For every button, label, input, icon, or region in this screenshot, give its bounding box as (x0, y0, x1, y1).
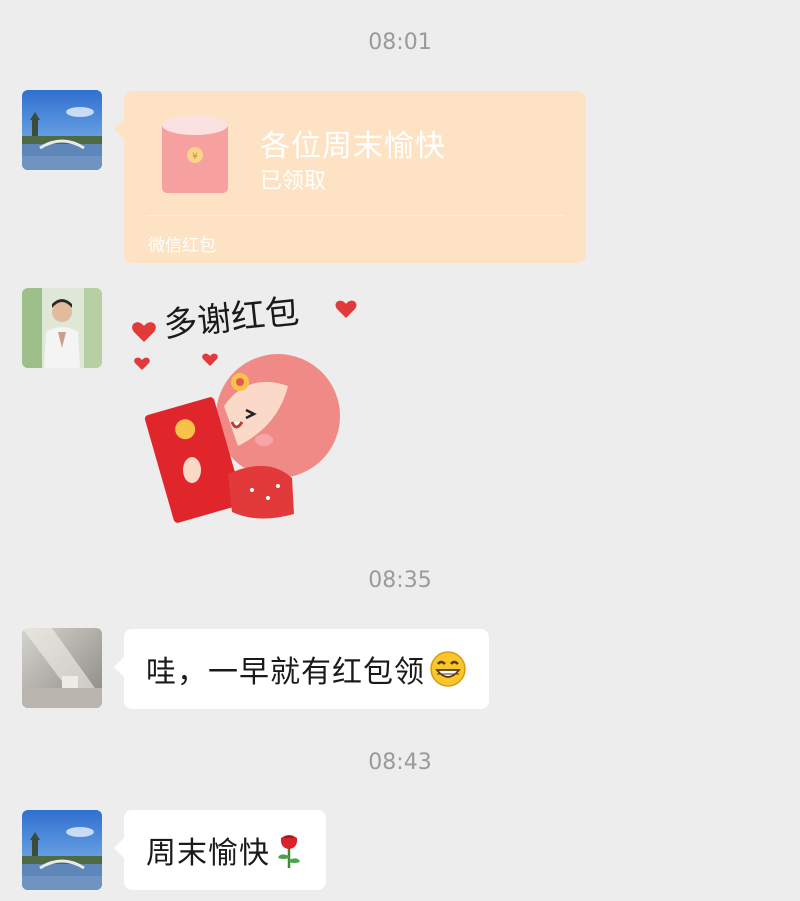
message-bubble[interactable]: 哇，一早就有红包领 (114, 629, 489, 709)
avatar[interactable] (22, 288, 102, 368)
rose-emoji-icon (278, 835, 300, 868)
timestamp: 08:35 (368, 568, 432, 593)
avatar[interactable] (22, 628, 102, 708)
red-packet-title: 各位周末愉快 (260, 129, 446, 164)
message-bubble[interactable]: 周末愉快 (114, 810, 326, 890)
grinning-emoji-icon (430, 651, 466, 687)
avatar[interactable] (22, 90, 102, 170)
svg-text:¥: ¥ (192, 152, 198, 162)
red-packet-status: 已领取 (260, 169, 327, 194)
thanks-sticker[interactable]: 多谢红包 (128, 286, 358, 530)
message-text: 周末愉快 (146, 836, 270, 871)
avatar[interactable] (22, 810, 102, 890)
divider (146, 215, 564, 216)
timestamp: 08:01 (368, 30, 432, 55)
red-packet-footer: 微信红包 (148, 236, 216, 256)
timestamp: 08:43 (368, 750, 432, 775)
message-text: 哇，一早就有红包领 (146, 655, 425, 690)
sticker-caption: 多谢红包 (162, 292, 301, 346)
red-packet-card[interactable]: ¥ 各位周末愉快 已领取 微信红包 (114, 91, 586, 263)
red-packet-icon: ¥ (162, 115, 228, 193)
